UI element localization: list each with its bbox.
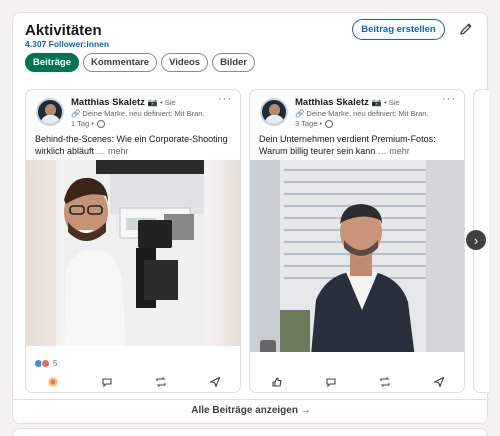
- show-all-posts-link[interactable]: Alle Beiträge anzeigen →: [13, 405, 489, 416]
- see-more-link[interactable]: … mehr: [97, 146, 129, 156]
- activity-panel: Aktivitäten 4.307 Follower:innen Beitrag…: [12, 12, 489, 424]
- reactions-count: 5: [53, 359, 58, 368]
- connection-tier: • Sie: [384, 98, 400, 107]
- like-icon[interactable]: [271, 376, 283, 388]
- post-time-text: 1 Tag •: [71, 119, 94, 128]
- next-section-edge: [12, 428, 488, 436]
- camera-emoji: 📷: [147, 98, 158, 107]
- more-icon[interactable]: ···: [218, 93, 232, 105]
- author-headline: 🔗 Deine Marke, neu definiert: Mit Bran…: [71, 109, 206, 118]
- post-text-body: Behind-the-Scenes: Wie ein Corporate-Sho…: [35, 134, 228, 156]
- send-icon[interactable]: [433, 376, 445, 388]
- post-time-text: 3 Tage •: [295, 119, 323, 128]
- filter-tabs: Beiträge Kommentare Videos Bilder: [25, 53, 256, 72]
- divider: [13, 399, 489, 400]
- connection-tier: • Sie: [160, 98, 176, 107]
- like-icon[interactable]: [47, 376, 59, 388]
- comment-icon[interactable]: [101, 376, 113, 388]
- post-card[interactable]: Matthias Skaletz 📷 • Sie 🔗 Deine Marke, …: [249, 89, 465, 393]
- post-image[interactable]: [26, 160, 240, 346]
- create-post-button[interactable]: Beitrag erstellen: [352, 19, 445, 40]
- globe-icon: [96, 119, 105, 128]
- post-actions: [26, 374, 240, 390]
- follower-count[interactable]: 4.307 Follower:innen: [25, 39, 109, 49]
- post-text[interactable]: Dein Unternehmen verdient Premium-Fotos:…: [259, 133, 459, 157]
- author-headline: 🔗 Deine Marke, neu definiert: Mit Bran…: [295, 109, 430, 118]
- see-more-link[interactable]: … mehr: [378, 146, 410, 156]
- post-text[interactable]: Behind-the-Scenes: Wie ein Corporate-Sho…: [35, 133, 235, 157]
- more-icon[interactable]: ···: [442, 93, 456, 105]
- posts-carousel: Matthias Skaletz 📷 • Sie 🔗 Deine Marke, …: [25, 89, 489, 393]
- post-time: 1 Tag •: [71, 119, 105, 128]
- post-actions: [250, 374, 464, 390]
- post-time: 3 Tage •: [295, 119, 334, 128]
- post-card[interactable]: Matthias Skaletz 📷 • Sie 🔗 Deine Marke, …: [25, 89, 241, 393]
- author-name[interactable]: Matthias Skaletz 📷 • Sie: [295, 97, 400, 108]
- tab-videos[interactable]: Videos: [161, 53, 209, 72]
- section-title: Aktivitäten: [25, 22, 102, 39]
- author-name[interactable]: Matthias Skaletz 📷 • Sie: [71, 97, 176, 108]
- tab-comments[interactable]: Kommentare: [83, 53, 158, 72]
- avatar[interactable]: [36, 98, 64, 126]
- author-name-text: Matthias Skaletz: [295, 97, 369, 108]
- celebrate-reaction-icon: [41, 359, 50, 368]
- pencil-icon[interactable]: [458, 21, 474, 37]
- repost-icon[interactable]: [379, 376, 391, 388]
- camera-emoji: 📷: [371, 98, 382, 107]
- globe-icon: [325, 119, 334, 128]
- chevron-right-icon[interactable]: ›: [466, 230, 486, 250]
- send-icon[interactable]: [209, 376, 221, 388]
- repost-icon[interactable]: [155, 376, 167, 388]
- author-name-text: Matthias Skaletz: [71, 97, 145, 108]
- comment-icon[interactable]: [325, 376, 337, 388]
- reactions-summary[interactable]: 5: [34, 359, 57, 368]
- post-image[interactable]: [250, 160, 464, 352]
- tab-posts[interactable]: Beiträge: [25, 53, 80, 72]
- avatar[interactable]: [260, 98, 288, 126]
- tab-images[interactable]: Bilder: [212, 53, 256, 72]
